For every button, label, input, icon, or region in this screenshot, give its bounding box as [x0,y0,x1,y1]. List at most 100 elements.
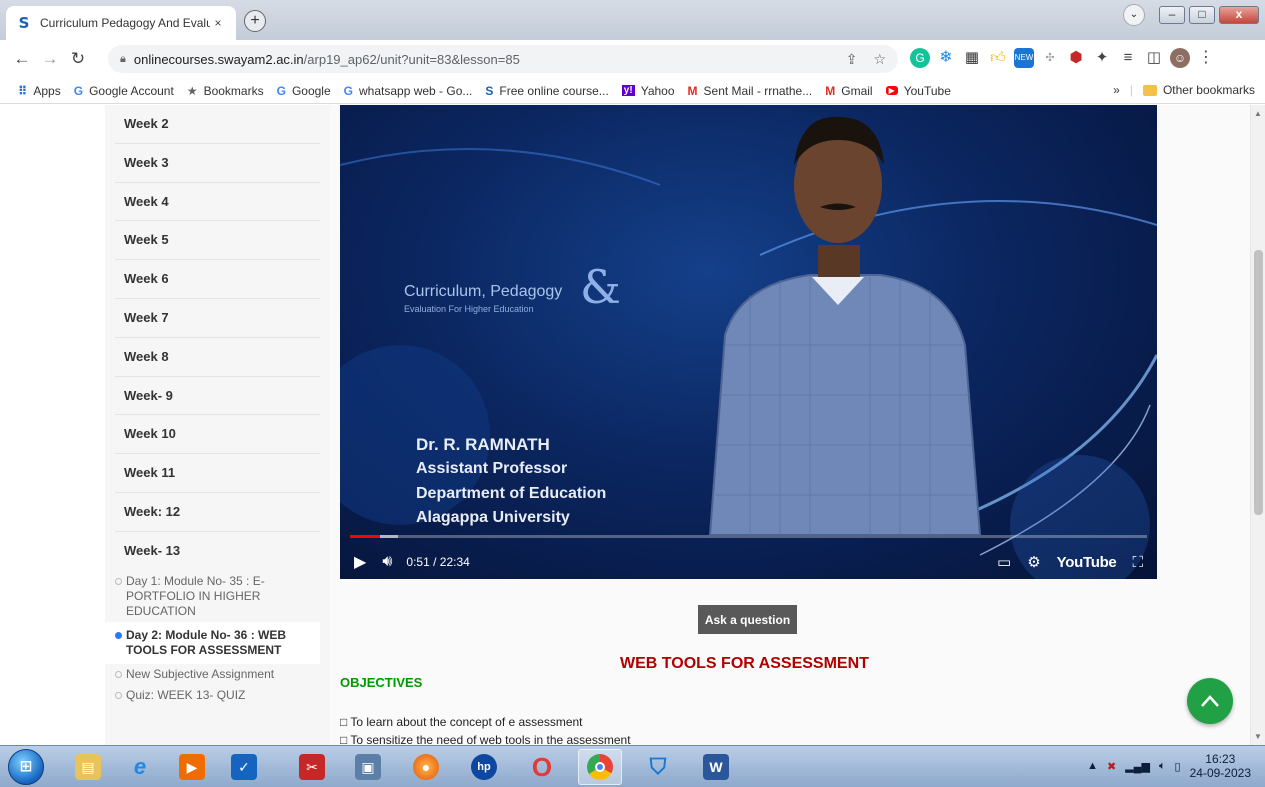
network-icon[interactable]: ✖ [1107,760,1116,773]
volume-icon[interactable]: 🔊︎ [382,553,392,571]
sidebar-week-item[interactable]: Week 10 [115,415,320,455]
bookmark-item[interactable]: ▶ YouTube [885,84,951,98]
new-tab-button[interactable]: + [244,10,266,32]
signal-icon[interactable]: ▂▄▆ [1125,760,1150,773]
thumb-extension-icon[interactable]: 👍︎ [988,48,1008,68]
taskbar-word[interactable]: W [694,749,738,785]
sidebar-week-item[interactable]: Week 8 [115,338,320,377]
video-played [350,535,381,538]
taskbar-network[interactable]: ▣ [346,749,390,785]
taskbar-security[interactable]: ⛉ [636,749,680,785]
taskbar-chrome[interactable] [578,749,622,785]
bookmark-item[interactable]: G Google Account [74,84,174,98]
snipping-tool-icon: ✂ [299,754,325,780]
sidebar-week-item[interactable]: Week 6 [115,260,320,299]
ask-question-button[interactable]: Ask a question [698,605,797,634]
scroll-up-arrow-icon[interactable]: ▲ [1254,109,1262,118]
bookmark-item[interactable]: Gwhatsapp web - Go... [344,84,473,98]
taskbar-explorer[interactable]: ▤ [66,749,110,785]
window-controls: ⌄ – □ x [1123,4,1259,26]
sidebar-week-item[interactable]: Week 4 [115,183,320,222]
profile-avatar-icon[interactable]: ☺ [1170,48,1190,68]
reload-icon[interactable]: ↻ [64,49,92,69]
settings-gear-icon[interactable]: ⚙ [1027,553,1040,571]
browser-tab[interactable]: S Curriculum Pedagogy And Evalua × [6,6,236,40]
maximize-button[interactable]: □ [1189,6,1215,24]
subtitles-icon[interactable]: ▭ [997,553,1011,571]
puzzle-extensions-icon[interactable]: ✦ [1092,48,1112,68]
taskbar-app[interactable]: ✓ [222,749,266,785]
bookmark-item[interactable]: M Gmail [825,84,872,98]
sidebar-week-item[interactable]: Week 11 [115,454,320,493]
tab-close-icon[interactable]: × [210,16,226,30]
google-icon: G [73,83,84,98]
battery-icon[interactable]: ▯ [1175,760,1181,773]
gmail-icon: M [825,83,836,98]
bookmark-item[interactable]: G Google [277,84,331,98]
sidebar-lesson-item[interactable]: Quiz: WEEK 13- QUIZ [105,685,330,706]
new-extension-icon[interactable]: NEW [1014,48,1034,68]
sidebar-lesson-item-active[interactable]: Day 2: Module No- 36 : WEB TOOLS FOR ASS… [105,621,320,664]
video-progress-bar[interactable] [350,535,1147,538]
bookmarks-overflow-button[interactable]: » [1113,83,1120,97]
play-icon[interactable]: ▶ [354,552,366,572]
menu-kebab-icon[interactable]: ⋮ [1196,48,1216,68]
bookmark-item[interactable]: M Sent Mail - rrnathe... [688,84,813,98]
shield-icon: ⛉ [649,754,667,779]
leaf-extension-icon[interactable]: ✣ [1040,48,1060,68]
taskbar-firefox[interactable]: ● [404,749,448,785]
fullscreen-icon[interactable]: ⛶ [1132,554,1143,571]
sidebar-week-item[interactable]: Week- 9 [115,377,320,416]
forward-arrow-icon[interactable]: → [36,49,64,69]
tab-search-chevron-icon[interactable]: ⌄ [1123,4,1145,26]
bookmark-star-icon[interactable]: ☆ [873,51,886,68]
snowflake-extension-icon[interactable]: ❄ [936,48,956,68]
tray-expand-icon[interactable]: ▲ [1087,760,1098,772]
bookmark-item[interactable]: ★ Bookmarks [187,84,264,98]
youtube-logo[interactable]: YouTube [1057,554,1117,571]
video-time: 0:51 / 22:34 [406,555,470,569]
computer-icon: ▣ [355,754,381,780]
sidebar-week-item[interactable]: Week: 12 [115,493,320,532]
side-panel-icon[interactable]: ◫ [1144,48,1164,68]
sidebar-week-item[interactable]: Week- 13 [115,532,320,571]
scrollbar-thumb[interactable] [1254,250,1263,515]
address-bar[interactable]: 🔒︎ onlinecourses.swayam2.ac.in/arp19_ap6… [108,45,898,73]
grammarly-extension-icon[interactable]: G [910,48,930,68]
taskbar-hp[interactable]: hp [462,749,506,785]
start-button[interactable]: ⊞ [8,749,44,785]
chrome-icon [587,754,613,780]
bookmark-item[interactable]: S Free online course... [485,84,608,98]
taskbar-media[interactable]: ▶ [170,749,214,785]
taskbar-clock[interactable]: 16:23 24-09-2023 [1190,752,1251,780]
internet-explorer-icon: e [133,754,147,779]
grid-extension-icon[interactable]: ▦ [962,48,982,68]
reading-list-icon[interactable]: ≡ [1118,48,1138,68]
video-caption-line: Alagappa University [416,509,570,526]
video-player[interactable]: Curriculum, Pedagogy Evaluation For High… [340,105,1157,579]
sidebar-lesson-item[interactable]: Day 1: Module No- 35 : E-PORTFOLIO IN HI… [105,571,330,622]
back-arrow-icon[interactable]: ← [8,49,36,69]
sidebar-week-item[interactable]: Week 2 [115,105,320,144]
bookmark-item[interactable]: y! Yahoo [621,84,675,98]
taskbar-snipping[interactable]: ✂ [290,749,334,785]
sidebar-week-item[interactable]: Week 5 [115,221,320,261]
other-bookmarks-folder[interactable]: Other bookmarks [1142,83,1255,97]
sidebar-week-item[interactable]: Week 7 [115,299,320,338]
minimize-button[interactable]: – [1159,6,1185,24]
bookmark-item[interactable]: ⠿ Apps [18,84,61,98]
share-icon[interactable]: ⇪ [846,51,858,68]
sidebar-lesson-item[interactable]: New Subjective Assignment [105,664,330,685]
sidebar-week-item[interactable]: Week 3 [115,144,320,183]
scroll-down-arrow-icon[interactable]: ▼ [1254,732,1262,741]
presenter-image [708,116,982,535]
taskbar-ie[interactable]: e [118,749,162,785]
tab-title: Curriculum Pedagogy And Evalua [40,16,210,30]
taskbar-opera[interactable]: O [520,749,564,785]
scroll-to-top-button[interactable] [1187,678,1233,724]
shield-extension-icon[interactable]: ⬢ [1066,48,1086,68]
close-window-button[interactable]: x [1219,6,1259,24]
speaker-icon[interactable]: 🔈︎ [1159,760,1166,773]
opera-icon: O [531,751,553,782]
page-scrollbar[interactable]: ▲ ▼ [1250,105,1265,745]
